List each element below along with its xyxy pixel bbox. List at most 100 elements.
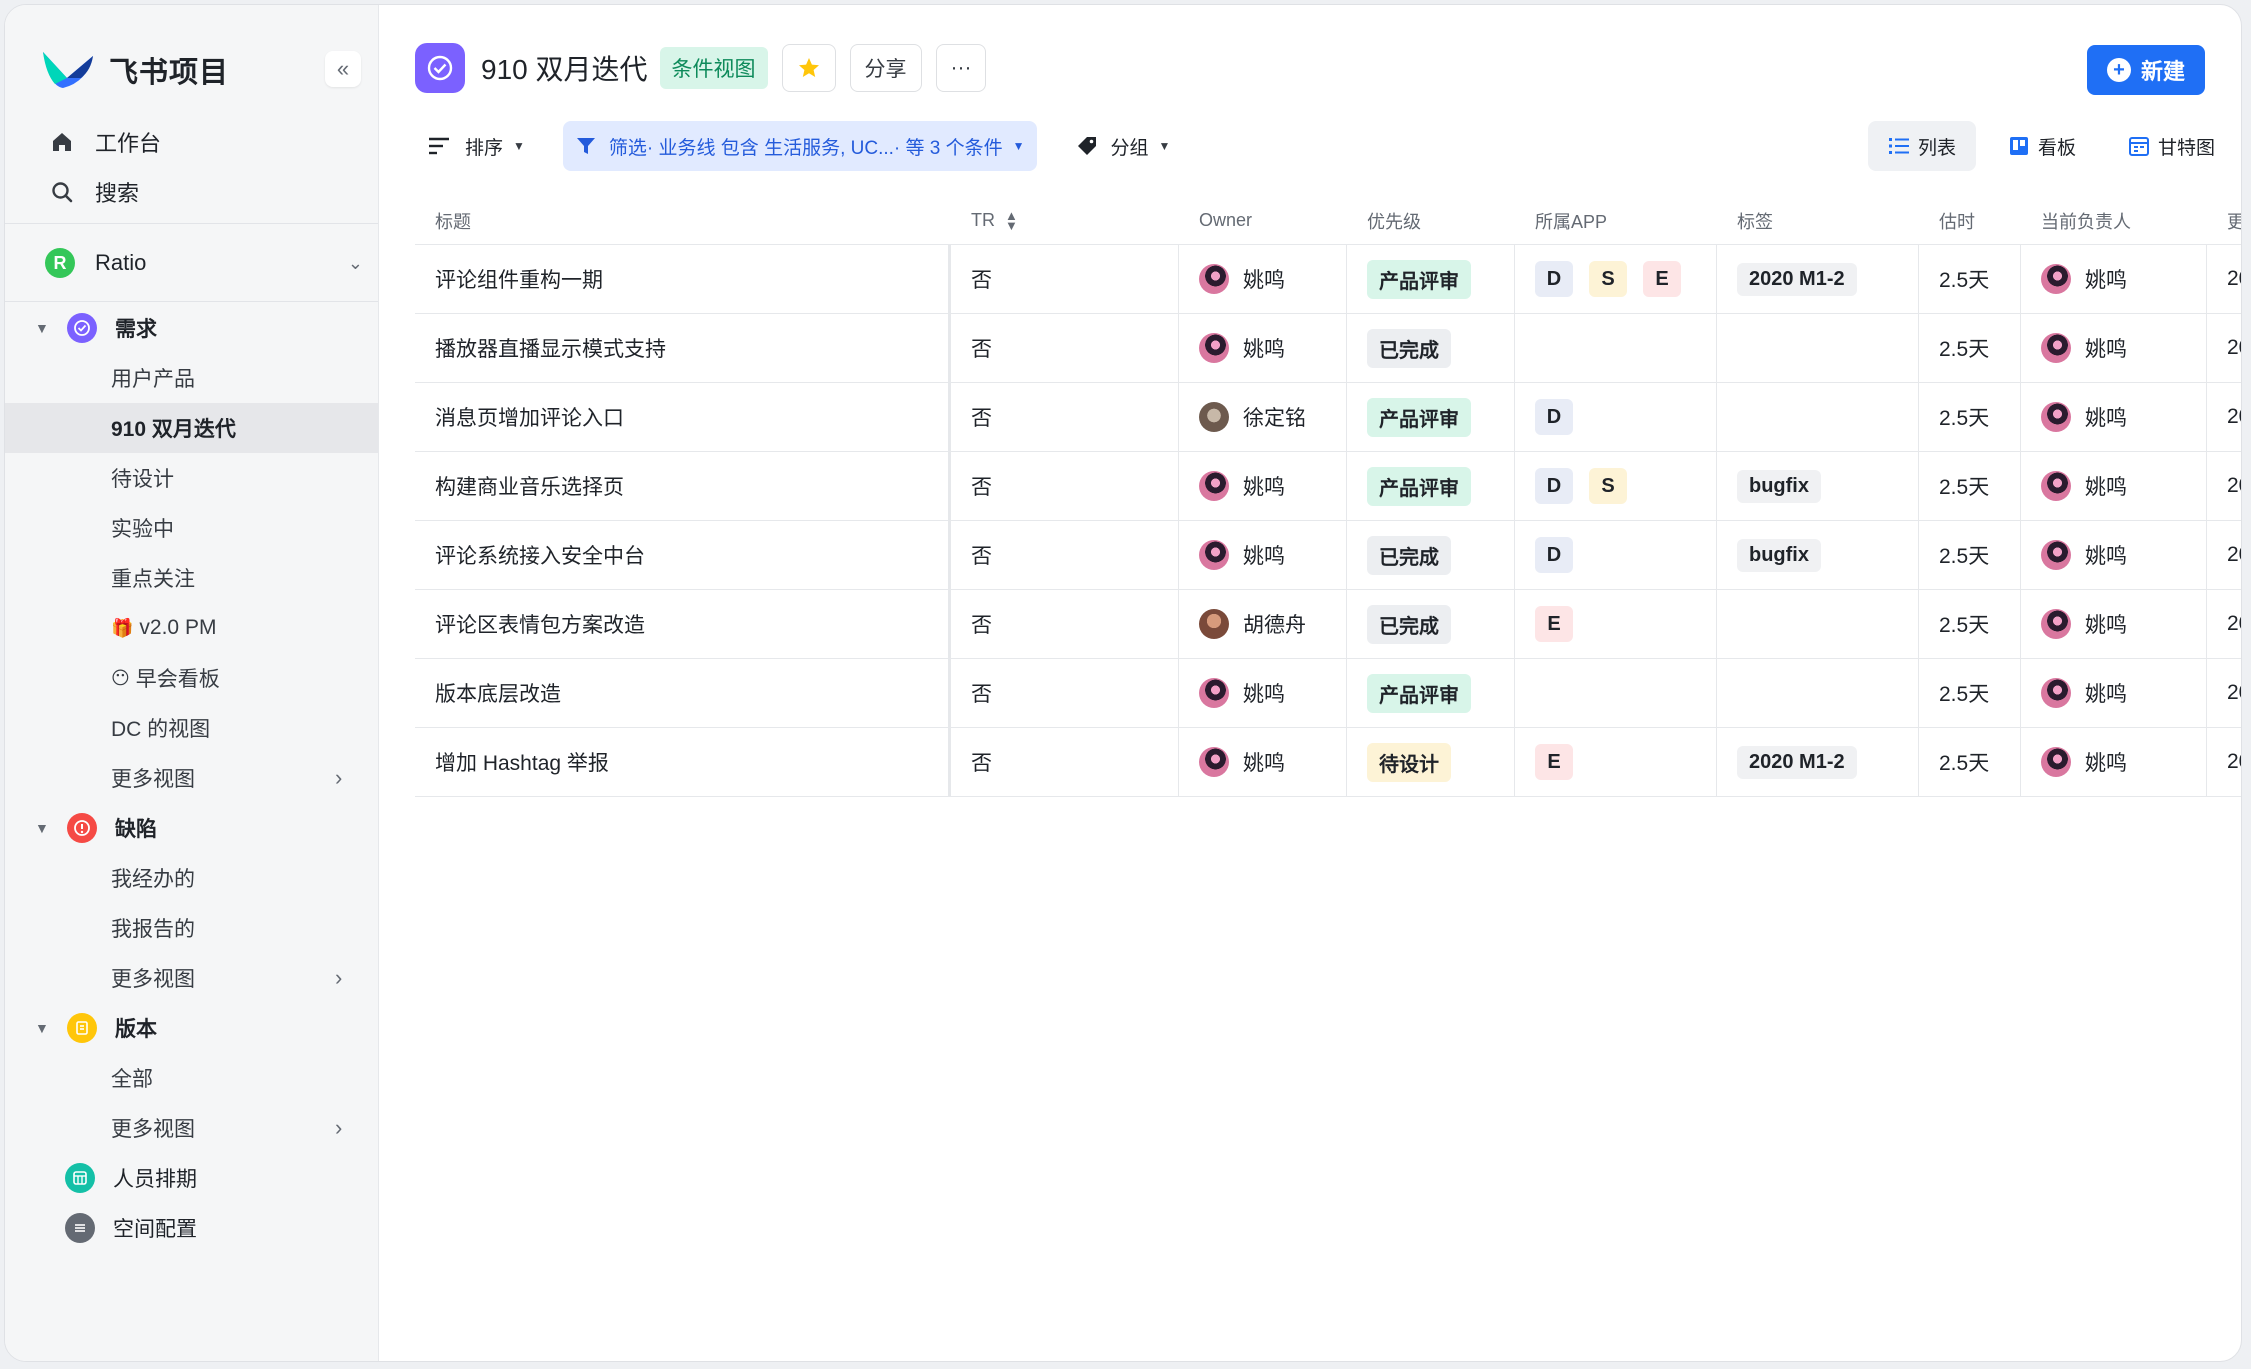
tree-item-standup-board[interactable]: 😶 早会看板 <box>5 653 378 703</box>
tree-item-focus[interactable]: 重点关注 <box>5 553 378 603</box>
cell-tags[interactable] <box>1717 383 1919 451</box>
cell-more[interactable]: 20 <box>2207 314 2241 382</box>
cell-title[interactable]: 播放器直播显示模式支持 <box>415 314 951 382</box>
tree-group-versions[interactable]: ▼ 版本 <box>5 1003 378 1053</box>
cell-tr[interactable]: 否 <box>951 728 1179 796</box>
column-header-title[interactable]: 标题 <box>415 197 951 244</box>
nav-search[interactable]: 搜索 <box>5 167 378 217</box>
column-header-tr[interactable]: TR ▲ ▼ <box>951 197 1179 244</box>
cell-tr[interactable]: 否 <box>951 314 1179 382</box>
column-header-estimate[interactable]: 估时 <box>1919 197 2021 244</box>
tree-item-to-design[interactable]: 待设计 <box>5 453 378 503</box>
cell-more[interactable]: 20 <box>2207 728 2241 796</box>
table-row[interactable]: 评论区表情包方案改造 否 胡德舟 已完成 E 2.5天 姚鸣 20 <box>415 590 2241 659</box>
cell-tr[interactable]: 否 <box>951 521 1179 589</box>
cell-tags[interactable]: 2020 M1-2 <box>1717 245 1919 313</box>
group-button[interactable]: 分组 ▼ <box>1063 121 1183 171</box>
table-row[interactable]: 消息页增加评论入口 否 徐定铭 产品评审 D 2.5天 姚鸣 20 <box>415 383 2241 452</box>
cell-estimate[interactable]: 2.5天 <box>1919 314 2021 382</box>
cell-priority[interactable]: 已完成 <box>1347 521 1515 589</box>
cell-current-assignee[interactable]: 姚鸣 <box>2021 590 2207 658</box>
tree-item-assigned-to-me[interactable]: 我经办的 <box>5 853 378 903</box>
cell-current-assignee[interactable]: 姚鸣 <box>2021 245 2207 313</box>
view-gantt-button[interactable]: 甘特图 <box>2108 121 2235 171</box>
view-list-button[interactable]: 列表 <box>1867 121 1976 171</box>
column-header-tags[interactable]: 标签 <box>1717 197 1919 244</box>
tree-item-reported-by-me[interactable]: 我报告的 <box>5 903 378 953</box>
cell-more[interactable]: 20 <box>2207 521 2241 589</box>
cell-owner[interactable]: 姚鸣 <box>1179 728 1347 796</box>
cell-priority[interactable]: 产品评审 <box>1347 452 1515 520</box>
cell-tags[interactable]: bugfix <box>1717 521 1919 589</box>
filter-button[interactable]: 筛选· 业务线 包含 生活服务, UC...· 等 3 个条件 ▼ <box>562 121 1037 171</box>
cell-app[interactable] <box>1515 314 1717 382</box>
cell-tags[interactable] <box>1717 590 1919 658</box>
cell-owner[interactable]: 姚鸣 <box>1179 452 1347 520</box>
tree-item-space-config[interactable]: 空间配置 <box>5 1203 378 1253</box>
cell-estimate[interactable]: 2.5天 <box>1919 590 2021 658</box>
cell-estimate[interactable]: 2.5天 <box>1919 659 2021 727</box>
cell-title[interactable]: 评论系统接入安全中台 <box>415 521 951 589</box>
cell-current-assignee[interactable]: 姚鸣 <box>2021 521 2207 589</box>
cell-current-assignee[interactable]: 姚鸣 <box>2021 383 2207 451</box>
cell-title[interactable]: 评论区表情包方案改造 <box>415 590 951 658</box>
tree-item-people-schedule[interactable]: 人员排期 <box>5 1153 378 1203</box>
cell-current-assignee[interactable]: 姚鸣 <box>2021 314 2207 382</box>
tree-item-more-views[interactable]: 更多视图 › <box>5 1103 378 1153</box>
cell-current-assignee[interactable]: 姚鸣 <box>2021 728 2207 796</box>
cell-owner[interactable]: 姚鸣 <box>1179 521 1347 589</box>
table-row[interactable]: 增加 Hashtag 举报 否 姚鸣 待设计 E 2020 M1-2 2.5天 姚鸣 20 <box>415 728 2241 797</box>
cell-owner[interactable]: 胡德舟 <box>1179 590 1347 658</box>
cell-app[interactable] <box>1515 659 1717 727</box>
cell-more[interactable]: 20 <box>2207 590 2241 658</box>
cell-more[interactable]: 20 <box>2207 659 2241 727</box>
column-header-owner[interactable]: Owner <box>1179 197 1347 244</box>
brand[interactable]: 飞书项目 <box>41 45 229 95</box>
cell-title[interactable]: 增加 Hashtag 举报 <box>415 728 951 796</box>
column-header-app[interactable]: 所属APP <box>1515 197 1717 244</box>
cell-tr[interactable]: 否 <box>951 590 1179 658</box>
cell-owner[interactable]: 姚鸣 <box>1179 245 1347 313</box>
collapse-sidebar-button[interactable]: « <box>325 51 361 87</box>
cell-current-assignee[interactable]: 姚鸣 <box>2021 452 2207 520</box>
tree-group-requirements[interactable]: ▼ 需求 <box>5 303 378 353</box>
cell-title[interactable]: 构建商业音乐选择页 <box>415 452 951 520</box>
cell-priority[interactable]: 产品评审 <box>1347 383 1515 451</box>
tree-item-in-experiment[interactable]: 实验中 <box>5 503 378 553</box>
cell-priority[interactable]: 产品评审 <box>1347 659 1515 727</box>
cell-title[interactable]: 评论组件重构一期 <box>415 245 951 313</box>
column-header-priority[interactable]: 优先级 <box>1347 197 1515 244</box>
cell-current-assignee[interactable]: 姚鸣 <box>2021 659 2207 727</box>
nav-workbench[interactable]: 工作台 <box>5 117 378 167</box>
cell-estimate[interactable]: 2.5天 <box>1919 452 2021 520</box>
cell-tr[interactable]: 否 <box>951 659 1179 727</box>
tree-item-user-product[interactable]: 用户产品 <box>5 353 378 403</box>
table-row[interactable]: 版本底层改造 否 姚鸣 产品评审 2.5天 姚鸣 20 <box>415 659 2241 728</box>
tree-item-more-views[interactable]: 更多视图 › <box>5 753 378 803</box>
cell-app[interactable]: E <box>1515 590 1717 658</box>
tree-item-dc-view[interactable]: DC 的视图 <box>5 703 378 753</box>
cell-tr[interactable]: 否 <box>951 245 1179 313</box>
cell-estimate[interactable]: 2.5天 <box>1919 383 2021 451</box>
tree-item-910-iteration[interactable]: 910 双月迭代 <box>5 403 378 453</box>
column-header-more[interactable]: 更 <box>2207 197 2241 244</box>
sort-arrows-icon[interactable]: ▲ ▼ <box>1005 209 1018 232</box>
cell-title[interactable]: 消息页增加评论入口 <box>415 383 951 451</box>
cell-tags[interactable] <box>1717 314 1919 382</box>
favorite-button[interactable] <box>781 44 836 92</box>
cell-priority[interactable]: 已完成 <box>1347 314 1515 382</box>
cell-owner[interactable]: 姚鸣 <box>1179 314 1347 382</box>
cell-priority[interactable]: 产品评审 <box>1347 245 1515 313</box>
cell-tr[interactable]: 否 <box>951 383 1179 451</box>
cell-tags[interactable]: 2020 M1-2 <box>1717 728 1919 796</box>
cell-estimate[interactable]: 2.5天 <box>1919 728 2021 796</box>
cell-tags[interactable]: bugfix <box>1717 452 1919 520</box>
share-button[interactable]: 分享 <box>849 44 922 92</box>
new-button[interactable]: + 新建 <box>2087 45 2205 95</box>
cell-app[interactable]: D <box>1515 521 1717 589</box>
space-switcher[interactable]: R Ratio ⌄ <box>45 241 363 285</box>
sort-button[interactable]: 排序 ▼ <box>415 121 537 171</box>
more-options-button[interactable]: ··· <box>935 44 987 92</box>
cell-owner[interactable]: 姚鸣 <box>1179 659 1347 727</box>
cell-title[interactable]: 版本底层改造 <box>415 659 951 727</box>
